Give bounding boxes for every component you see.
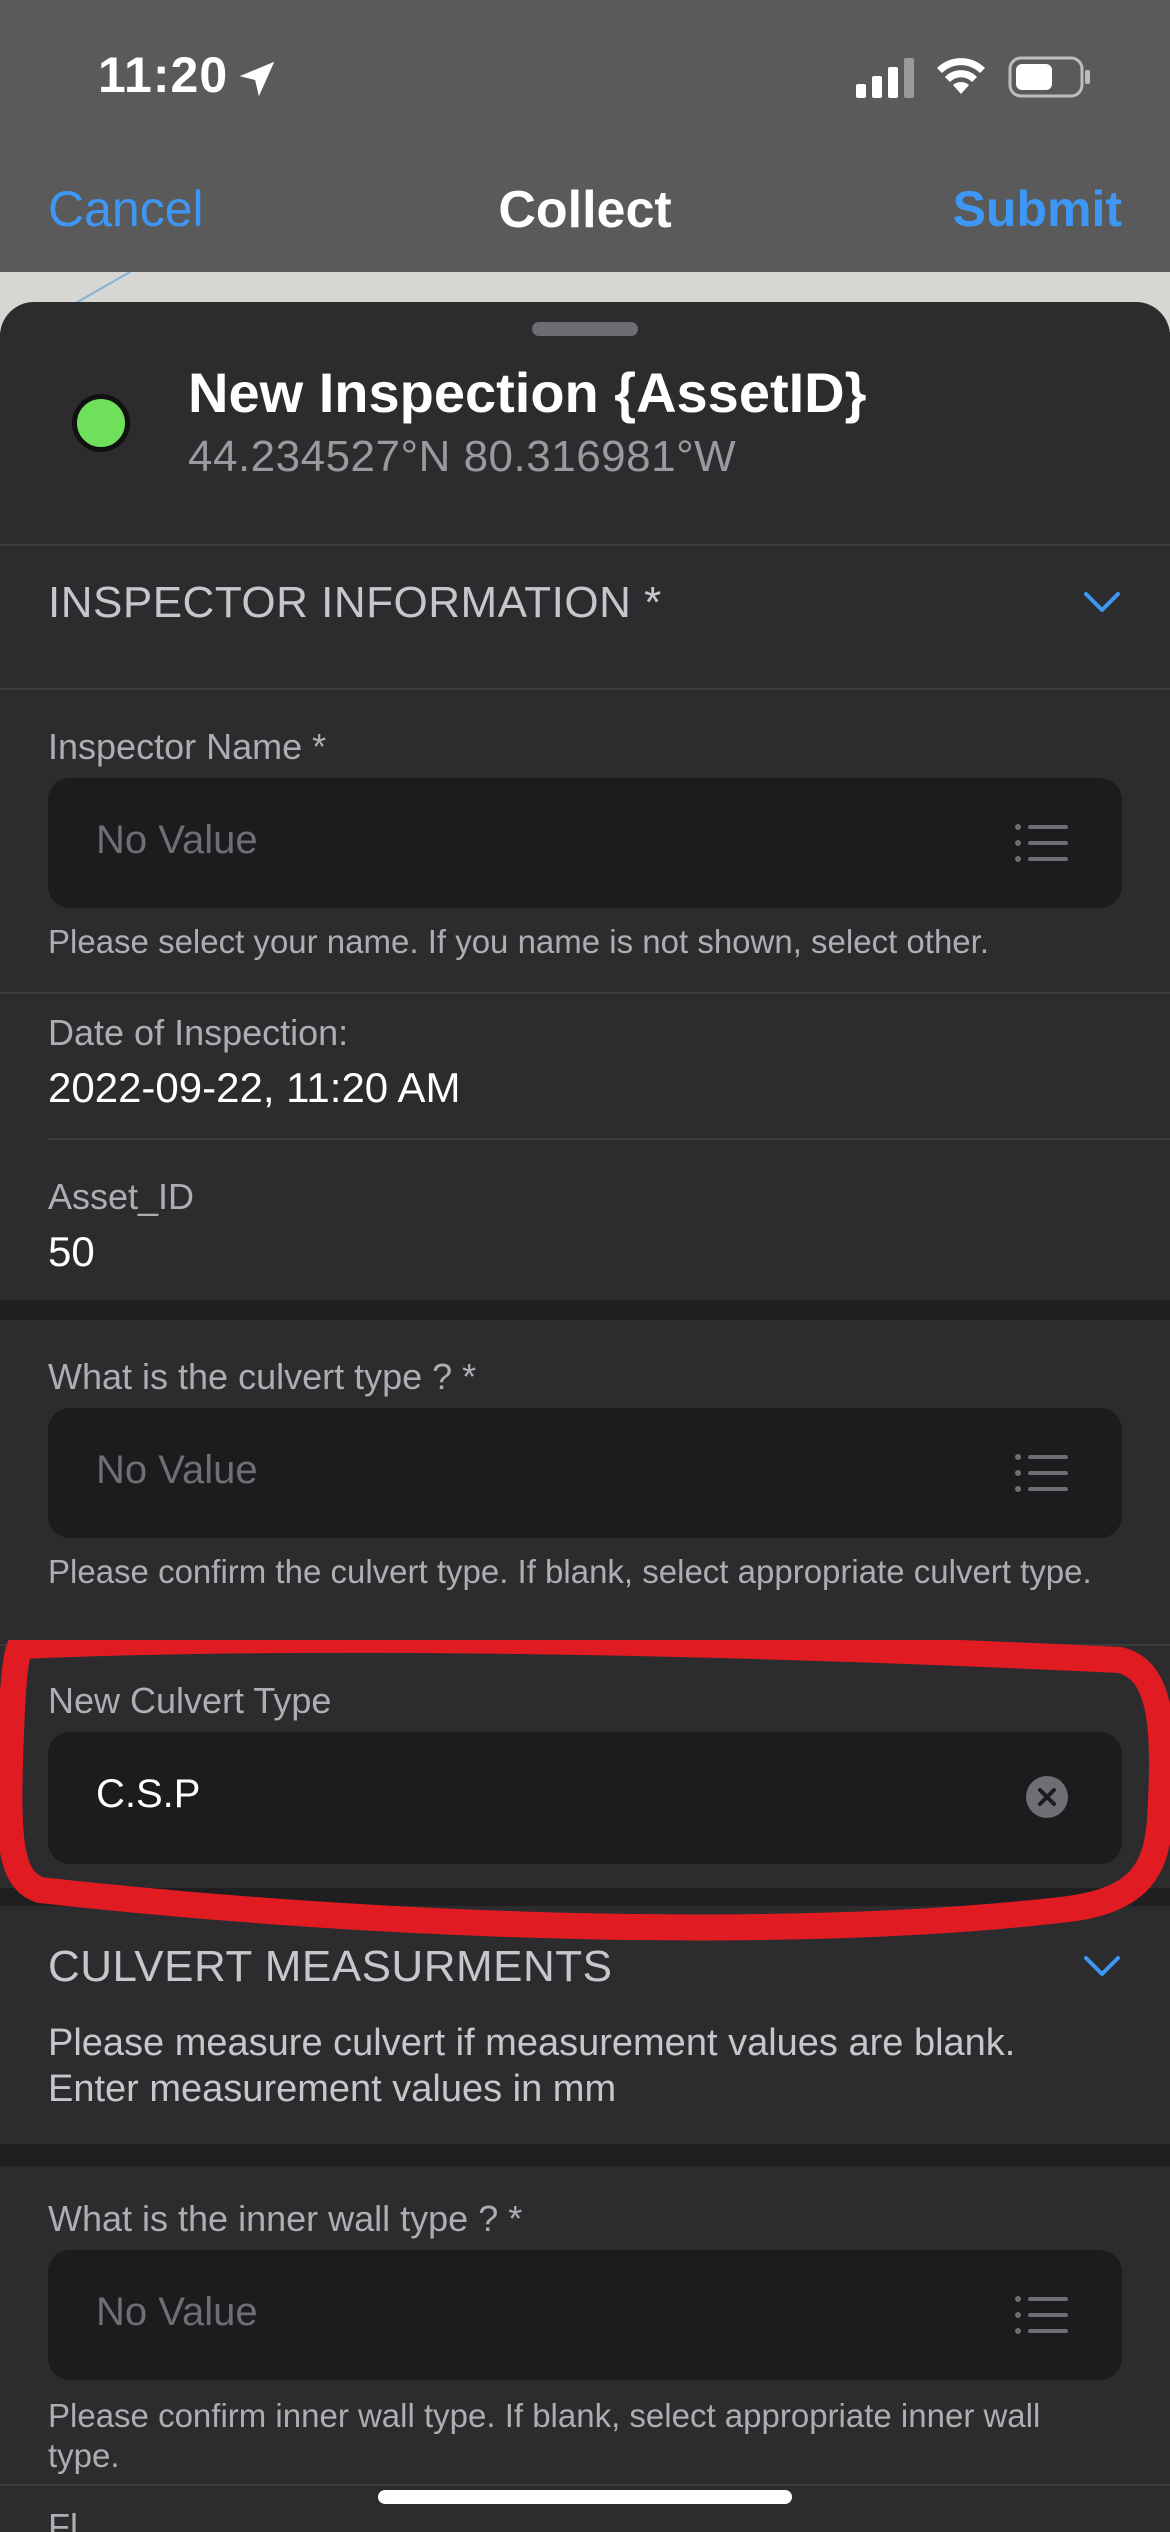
- culvert-type-field[interactable]: No Value: [48, 1408, 1122, 1538]
- new-culvert-type-value: C.S.P: [96, 1772, 201, 1816]
- inspector-name-placeholder: No Value: [96, 818, 258, 862]
- divider: [0, 544, 1170, 546]
- culvert-type-hint: Please confirm the culvert type. If blan…: [48, 1553, 1092, 1590]
- inspector-name-field[interactable]: No Value: [48, 778, 1122, 908]
- divider: [0, 2484, 1170, 2486]
- culvert-type-placeholder: No Value: [96, 1448, 258, 1492]
- chevron-down-icon[interactable]: [1082, 590, 1122, 616]
- asset-id-label: Asset_ID: [48, 1176, 195, 1217]
- status-bar: 11:20: [0, 0, 1170, 150]
- new-culvert-type-label: New Culvert Type: [48, 1680, 332, 1721]
- feature-coordinates: 44.234527°N 80.316981°W: [188, 432, 737, 481]
- feature-title: New Inspection {AssetID}: [188, 361, 867, 424]
- list-picker-icon: [1015, 1454, 1068, 1492]
- home-indicator[interactable]: [378, 2490, 792, 2504]
- date-label: Date of Inspection:: [48, 1012, 349, 1053]
- inner-wall-type-field[interactable]: No Value: [48, 2250, 1122, 2380]
- asset-id-value: 50: [48, 1228, 95, 1275]
- location-arrow-icon: [239, 61, 275, 97]
- form-sheet: New Inspection {AssetID} 44.234527°N 80.…: [0, 302, 1170, 2532]
- battery-icon: [1008, 56, 1090, 98]
- list-picker-icon: [1015, 2296, 1068, 2334]
- feature-header: New Inspection {AssetID} 44.234527°N 80.…: [0, 302, 1170, 544]
- status-time: 11:20: [98, 47, 229, 103]
- inspector-name-hint: Please select your name. If you name is …: [48, 923, 989, 960]
- divider: [0, 992, 1170, 994]
- divider: [48, 1138, 1170, 1140]
- chevron-down-icon[interactable]: [1082, 1954, 1122, 1980]
- inner-wall-type-label: What is the inner wall type ? *: [48, 2198, 523, 2239]
- clear-icon[interactable]: [1026, 1776, 1068, 1818]
- culvert-type-label: What is the culvert type ? *: [48, 1356, 477, 1397]
- divider: [0, 1644, 1170, 1646]
- group-title-measurements: CULVERT MEASURMENTS: [48, 1942, 613, 1991]
- list-picker-icon: [1015, 824, 1068, 862]
- divider: [0, 688, 1170, 690]
- inner-wall-type-placeholder: No Value: [96, 2290, 258, 2334]
- date-value[interactable]: 2022-09-22, 11:20 AM: [48, 1064, 461, 1112]
- section-gap: [0, 1300, 1170, 1320]
- section-gap: [0, 1888, 1170, 1906]
- section-gap: [0, 2144, 1170, 2166]
- cellular-signal-icon: [856, 58, 914, 98]
- next-field-label-partial: Fl...: [48, 2506, 108, 2532]
- inspector-name-label: Inspector Name *: [48, 726, 327, 767]
- group-title-inspector: INSPECTOR INFORMATION *: [48, 578, 662, 627]
- navigation-bar: Cancel Collect Submit: [0, 150, 1170, 272]
- inner-wall-type-hint: Please confirm inner wall type. If blank…: [48, 2397, 1041, 2474]
- measurements-description: Please measure culvert if measurement va…: [48, 2022, 1016, 2110]
- submit-button[interactable]: Submit: [953, 180, 1122, 238]
- wifi-icon: [937, 58, 985, 94]
- feature-status-dot: [72, 394, 130, 452]
- new-culvert-type-field[interactable]: C.S.P: [48, 1732, 1122, 1864]
